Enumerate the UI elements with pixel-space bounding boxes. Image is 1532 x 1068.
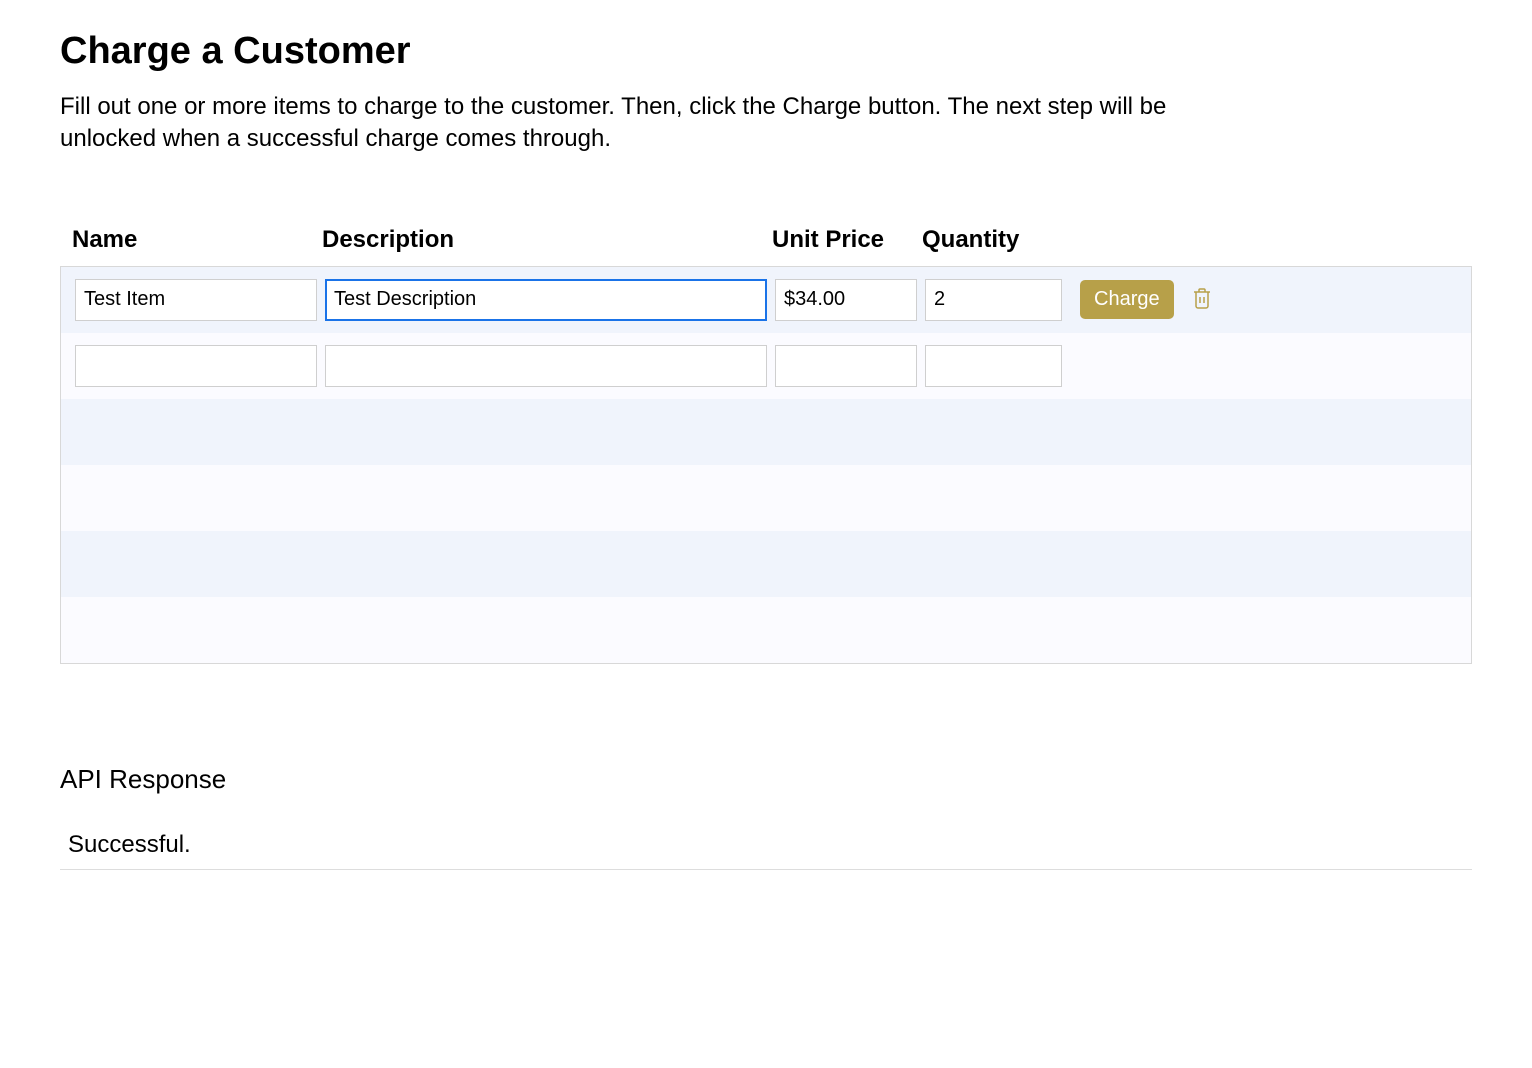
description-input[interactable] (325, 279, 767, 321)
api-response-section: API Response Successful. (60, 764, 1472, 870)
description-input[interactable] (325, 345, 767, 387)
charge-button[interactable]: Charge (1080, 280, 1174, 319)
unit-price-input[interactable] (775, 279, 917, 321)
quantity-input[interactable] (925, 345, 1062, 387)
table-row: Charge (61, 267, 1471, 333)
trash-icon (1190, 285, 1214, 314)
api-response-heading: API Response (60, 764, 1472, 795)
items-table: Charge (60, 266, 1472, 664)
table-row (61, 333, 1471, 399)
col-actions (1065, 226, 1462, 254)
delete-button[interactable] (1188, 283, 1216, 316)
row-actions: Charge (1066, 280, 1461, 319)
table-header: Name Description Unit Price Quantity (60, 216, 1472, 266)
table-row (61, 597, 1471, 663)
name-input[interactable] (75, 279, 317, 321)
name-input[interactable] (75, 345, 317, 387)
col-description: Description (320, 226, 770, 254)
page-title: Charge a Customer (60, 30, 1472, 73)
col-quantity: Quantity (920, 226, 1065, 254)
table-row (61, 465, 1471, 531)
quantity-input[interactable] (925, 279, 1062, 321)
unit-price-input[interactable] (775, 345, 917, 387)
page-intro: Fill out one or more items to charge to … (60, 91, 1240, 156)
table-row (61, 399, 1471, 465)
col-unit-price: Unit Price (770, 226, 920, 254)
col-name: Name (70, 226, 320, 254)
api-response-status: Successful. (60, 825, 1472, 870)
table-row (61, 531, 1471, 597)
